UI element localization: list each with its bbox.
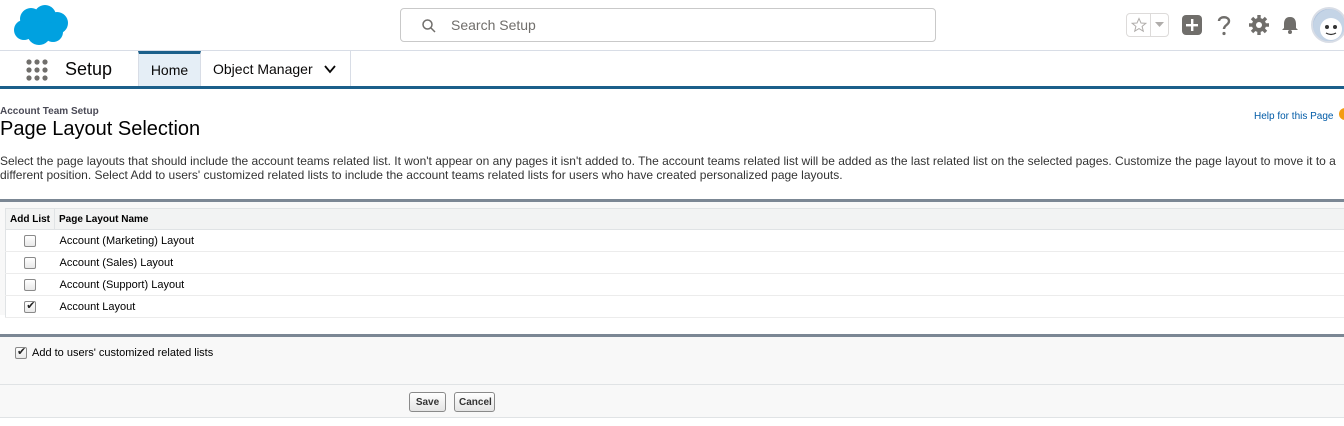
avatar[interactable] [1311, 7, 1344, 43]
table-row: Account Layout [5, 295, 1344, 318]
table-row: Account (Support) Layout [5, 273, 1344, 296]
tab-object-manager[interactable]: Object Manager [201, 51, 351, 86]
table-row: Account (Marketing) Layout [5, 229, 1344, 252]
search-box[interactable] [400, 8, 936, 42]
add-to-customized-lists-label: Add to users' customized related lists [32, 347, 214, 359]
app-launcher-icon[interactable] [25, 58, 49, 82]
page-layout-table: Add List Page Layout Name Account (Marke… [5, 208, 1344, 318]
column-header-add-list: Add List [5, 208, 55, 230]
cancel-button[interactable]: Cancel [454, 392, 495, 412]
salesforce-cloud-logo[interactable] [11, 4, 71, 46]
page-title: Page Layout Selection [0, 118, 201, 140]
add-list-checkbox[interactable] [24, 299, 37, 313]
app-name: Setup [65, 59, 113, 79]
layout-table-section: Add List Page Layout Name Account (Marke… [0, 199, 1344, 318]
favorites-button[interactable] [1127, 14, 1151, 36]
favorites-group [1126, 13, 1169, 37]
breadcrumb: Account Team Setup [0, 106, 99, 117]
add-list-checkbox[interactable] [24, 234, 37, 247]
button-bar: Save Cancel [0, 384, 1344, 418]
page-layout-name: Account (Sales) Layout [54, 251, 1344, 274]
tab-object-manager-label: Object Manager [213, 60, 313, 77]
column-header-page-layout-name: Page Layout Name [54, 208, 1344, 230]
save-button[interactable]: Save [409, 392, 446, 412]
plus-icon [1182, 15, 1202, 35]
global-header [0, 0, 1344, 51]
tab-home-label: Home [150, 62, 189, 78]
star-icon [1130, 17, 1147, 33]
user-avatar-icon [1313, 9, 1344, 41]
page-layout-name: Account Layout [54, 295, 1344, 318]
setup-button[interactable] [1247, 13, 1271, 37]
search-icon [422, 19, 436, 33]
chevron-down-icon [1155, 22, 1164, 27]
tab-home[interactable]: Home [138, 51, 201, 86]
bell-icon [1282, 17, 1298, 34]
chevron-down-icon[interactable] [323, 62, 337, 76]
favorites-menu-button[interactable] [1151, 14, 1168, 36]
help-button[interactable] [1212, 13, 1236, 37]
page-content: Account Team Setup Page Layout Selection… [0, 89, 1344, 426]
global-actions-button[interactable] [1180, 13, 1204, 37]
add-list-checkbox[interactable] [24, 278, 37, 291]
help-icon[interactable] [1339, 108, 1344, 120]
gear-icon [1249, 15, 1269, 35]
notifications-button[interactable] [1278, 13, 1302, 37]
help-for-page-link[interactable]: Help for this Page [1254, 111, 1334, 122]
page-layout-name: Account (Marketing) Layout [54, 229, 1344, 252]
table-row: Account (Sales) Layout [5, 251, 1344, 274]
table-header-row: Add List Page Layout Name [5, 208, 1344, 230]
context-bar: Setup Home Object Manager [0, 51, 1344, 89]
add-list-checkbox[interactable] [24, 256, 37, 269]
page-description: Select the page layouts that should incl… [0, 154, 1336, 182]
help-icon [1217, 16, 1231, 36]
search-input[interactable] [451, 9, 921, 41]
page-layout-name: Account (Support) Layout [54, 273, 1344, 296]
customized-related-lists-option: Add to users' customized related lists [15, 345, 214, 359]
options-section: Add to users' customized related lists [0, 334, 1344, 384]
add-to-customized-lists-checkbox[interactable] [15, 345, 27, 359]
